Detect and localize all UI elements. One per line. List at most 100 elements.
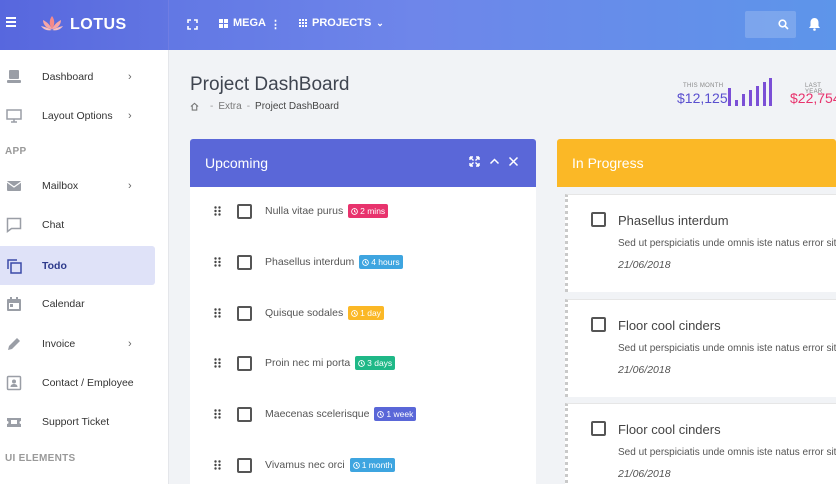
task-date: 21/06/2018 xyxy=(618,364,671,376)
sidebar-item-invoice[interactable]: Invoice › xyxy=(0,324,155,363)
list-item[interactable]: Nulla vitae purus 2 mins xyxy=(190,201,536,221)
in-progress-card: In Progress Phasellus interdum Sed ut pe… xyxy=(557,139,836,484)
sidebar-item-support-ticket[interactable]: Support Ticket xyxy=(0,402,155,441)
sidebar-item-todo[interactable]: Todo xyxy=(0,246,155,285)
list-item[interactable]: Quisque sodales 1 day xyxy=(190,303,536,323)
breadcrumb-extra[interactable]: Extra xyxy=(218,101,241,112)
list-item[interactable]: Vivamus nec orci 1 month xyxy=(190,455,536,475)
todo-checkbox[interactable] xyxy=(237,457,252,473)
todo-checkbox[interactable] xyxy=(237,254,252,270)
time-badge-text: 4 hours xyxy=(371,257,400,267)
home-icon[interactable] xyxy=(190,102,199,111)
todo-text: Quisque sodales xyxy=(265,306,344,319)
search-icon[interactable] xyxy=(778,19,789,30)
brand-name[interactable]: LOTUS xyxy=(70,16,127,34)
sidebar-item-label: Support Ticket xyxy=(42,415,110,428)
todo-item: Quisque sodales 1 day xyxy=(265,306,384,320)
fullscreen-icon[interactable] xyxy=(187,19,198,30)
top-navbar: LOTUS MEGA ⋮ PROJECTS ⌄ xyxy=(0,0,836,50)
drag-handle-icon[interactable] xyxy=(214,206,221,216)
time-badge: 4 hours xyxy=(359,255,403,269)
task-checkbox[interactable] xyxy=(591,421,606,436)
clock-icon xyxy=(377,410,385,418)
task-description: Sed ut perspiciatis unde omnis iste natu… xyxy=(618,343,836,354)
todo-item: Vivamus nec orci 1 month xyxy=(265,458,396,472)
in-progress-card-header: In Progress xyxy=(557,139,836,187)
sidebar-item-label: Contact / Employee xyxy=(42,376,134,389)
bell-icon[interactable] xyxy=(808,17,821,31)
task-card[interactable]: Floor cool cinders Sed ut perspiciatis u… xyxy=(565,403,836,484)
todo-item: Proin nec mi porta 3 days xyxy=(265,356,396,370)
in-progress-list: Phasellus interdum Sed ut perspiciatis u… xyxy=(557,187,836,484)
chat-bubble-icon xyxy=(6,217,22,233)
envelope-icon xyxy=(6,180,22,191)
chevron-up-icon[interactable] xyxy=(489,156,500,167)
brand-area: LOTUS xyxy=(0,0,169,50)
expand-icon[interactable] xyxy=(469,156,480,167)
list-item[interactable]: Maecenas scelerisque 1 week xyxy=(190,404,536,424)
stat-last-year-value: $22,754 xyxy=(790,90,836,106)
close-icon[interactable] xyxy=(508,156,519,167)
sidebar-item-label: Mailbox xyxy=(42,179,79,192)
upcoming-card-header: Upcoming xyxy=(190,139,536,187)
contact-card-icon xyxy=(6,375,22,390)
chevron-down-icon: ⌄ xyxy=(376,17,384,28)
list-item[interactable]: Proin nec mi porta 3 days xyxy=(190,353,536,373)
pencil-icon xyxy=(8,337,20,350)
sidebar-item-label: Dashboard xyxy=(42,70,94,83)
drag-handle-icon[interactable] xyxy=(214,257,221,267)
task-description: Sed ut perspiciatis unde omnis iste natu… xyxy=(618,447,836,458)
todo-checkbox[interactable] xyxy=(237,203,252,219)
sidebar-item-dashboard[interactable]: Dashboard › xyxy=(0,57,155,96)
sidebar-item-mailbox[interactable]: Mailbox › xyxy=(0,166,155,205)
sidebar-section-ui-elements: UI ELEMENTS xyxy=(5,453,76,464)
sidebar-item-label: Calendar xyxy=(42,297,85,310)
todo-checkbox[interactable] xyxy=(237,406,252,422)
sidebar-item-contact-employee[interactable]: Contact / Employee xyxy=(0,363,155,402)
sparkline-bars xyxy=(728,78,772,106)
list-item[interactable]: Phasellus interdum 4 hours xyxy=(190,252,536,272)
clock-icon xyxy=(352,461,360,469)
todo-text: Nulla vitae purus xyxy=(265,204,344,217)
sidebar-item-label: Chat xyxy=(42,218,65,231)
stat-this-month-label: THIS MONTH xyxy=(683,83,724,89)
todo-checkbox[interactable] xyxy=(237,305,252,321)
sidebar-item-layout-options[interactable]: Layout Options › xyxy=(0,96,155,135)
projects-dropdown[interactable]: PROJECTS ⌄ xyxy=(299,17,384,29)
task-description: Sed ut perspiciatis unde omnis iste natu… xyxy=(618,238,836,249)
sidebar-item-chat[interactable]: Chat xyxy=(0,205,155,244)
todo-text: Maecenas scelerisque xyxy=(265,407,370,420)
task-date: 21/06/2018 xyxy=(618,468,671,480)
sidebar-section-app: APP xyxy=(5,146,27,157)
task-title: Floor cool cinders xyxy=(618,318,721,333)
drag-handle-icon[interactable] xyxy=(214,409,221,419)
task-card[interactable]: Phasellus interdum Sed ut perspiciatis u… xyxy=(565,194,836,292)
task-card[interactable]: Floor cool cinders Sed ut perspiciatis u… xyxy=(565,299,836,397)
sidebar-item-label: Invoice xyxy=(42,337,76,350)
time-badge: 3 days xyxy=(355,356,396,370)
apps-grid-icon xyxy=(299,19,307,27)
breadcrumb-current: Project DashBoard xyxy=(255,101,339,112)
todo-item: Phasellus interdum 4 hours xyxy=(265,255,403,269)
mega-menu-button[interactable]: MEGA xyxy=(219,17,266,29)
menu-toggle-icon[interactable] xyxy=(6,17,16,29)
task-checkbox[interactable] xyxy=(591,317,606,332)
task-checkbox[interactable] xyxy=(591,212,606,227)
drag-handle-icon[interactable] xyxy=(214,460,221,470)
time-badge-text: 2 mins xyxy=(360,206,386,216)
upcoming-list: Nulla vitae purus 2 mins Phasellus inter… xyxy=(190,187,536,484)
copy-icon xyxy=(7,258,22,274)
chevron-right-icon: › xyxy=(128,109,132,122)
upcoming-card: Upcoming Nulla vitae purus 2 mins Phasel… xyxy=(190,139,536,484)
time-badge-text: 1 month xyxy=(361,460,393,470)
drag-handle-icon[interactable] xyxy=(214,358,221,368)
time-badge-text: 1 day xyxy=(360,308,381,318)
todo-checkbox[interactable] xyxy=(237,355,252,371)
sidebar-item-calendar[interactable]: Calendar xyxy=(0,284,155,323)
calendar-icon xyxy=(7,296,21,311)
grid-icon xyxy=(219,18,228,28)
drag-handle-icon[interactable] xyxy=(214,308,221,318)
more-vertical-icon[interactable]: ⋮ xyxy=(270,18,281,31)
task-title: Floor cool cinders xyxy=(618,422,721,437)
breadcrumb-separator: - xyxy=(210,101,214,112)
